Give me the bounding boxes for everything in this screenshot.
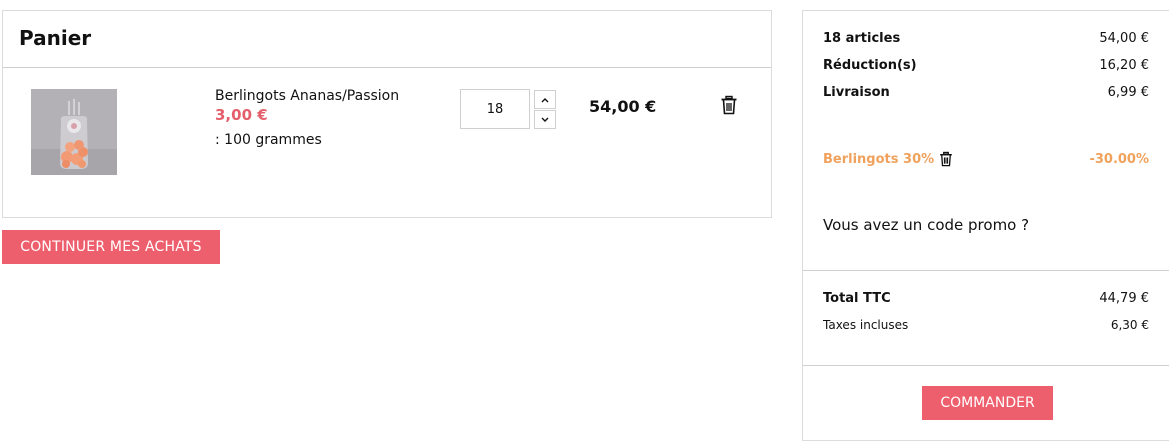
product-unit-price: 3,00 € [215,106,268,124]
applied-promo: Berlingots 30% -30.00% [823,151,1149,167]
chevron-down-icon [541,117,549,122]
shipping-value: 6,99 € [1107,85,1149,100]
line-total: 54,00 € [589,97,657,116]
discount-value: 16,20 € [1099,58,1149,73]
summary-row-total: Total TTC 44,79 € [823,291,1149,306]
cart-panel: Panier [2,10,772,218]
trash-icon [940,151,952,167]
product-name[interactable]: Berlingots Ananas/Passion [215,88,399,104]
promo-value: -30.00% [1089,151,1149,167]
quantity-input[interactable] [460,89,530,129]
discount-label: Réduction(s) [823,58,917,73]
tax-label: Taxes incluses [823,318,909,332]
shipping-label: Livraison [823,85,890,100]
continue-shopping-button[interactable]: CONTINUER MES ACHATS [2,230,220,264]
product-attribute: : 100 grammes [215,132,322,148]
items-count-label: 18 articles [823,31,901,46]
total-value: 44,79 € [1099,291,1149,306]
cart-header: Panier [3,11,771,68]
promo-name-wrap: Berlingots 30% [823,151,953,167]
quantity-increment-button[interactable] [534,90,556,109]
checkout-button[interactable]: COMMANDER [922,386,1053,420]
promo-name: Berlingots 30% [823,151,935,167]
items-subtotal: 54,00 € [1099,31,1149,46]
quantity-decrement-button[interactable] [534,110,556,129]
summary-row-tax: Taxes incluses 6,30 € [823,318,1149,332]
total-label: Total TTC [823,291,891,306]
chevron-up-icon [541,97,549,102]
product-image[interactable] [31,89,117,175]
summary-row-discount: Réduction(s) 16,20 € [823,58,1149,73]
divider [803,270,1169,271]
divider [803,365,1169,366]
trash-icon [721,95,737,115]
remove-item-button[interactable] [720,95,738,115]
page-title: Panier [19,26,92,50]
remove-promo-button[interactable] [939,151,953,167]
order-summary: 18 articles 54,00 € Réduction(s) 16,20 €… [802,10,1169,441]
promo-code-link[interactable]: Vous avez un code promo ? [823,216,1029,234]
tax-value: 6,30 € [1110,318,1149,332]
summary-row-items: 18 articles 54,00 € [823,31,1149,46]
product-photo-icon [31,89,117,175]
summary-row-shipping: Livraison 6,99 € [823,85,1149,100]
